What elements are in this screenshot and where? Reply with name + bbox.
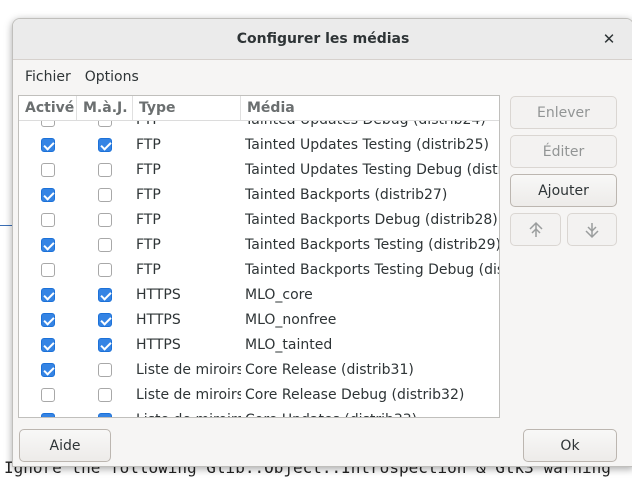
active-checkbox[interactable] — [41, 188, 55, 202]
type-cell: HTTPS — [136, 287, 181, 303]
add-button[interactable]: Ajouter — [510, 174, 617, 207]
media-cell: Core Release Debug (distrib32) — [245, 387, 465, 403]
dialog-title: Configurer les médias — [236, 31, 410, 47]
menu-fichier[interactable]: Fichier — [13, 69, 79, 85]
media-cell: Tainted Backports Testing Debug (distrib… — [245, 262, 499, 278]
arrow-up-icon — [528, 221, 543, 237]
help-button[interactable]: Aide — [19, 429, 111, 462]
media-cell: MLO_nonfree — [245, 312, 337, 328]
active-checkbox[interactable] — [41, 388, 55, 402]
type-cell: FTP — [136, 237, 161, 253]
type-cell: FTP — [136, 187, 161, 203]
table-row[interactable]: Liste de miroirs Core Updates (distrib33) — [19, 408, 499, 417]
table-row[interactable]: HTTPS MLO_core — [19, 283, 499, 308]
update-checkbox[interactable] — [98, 238, 112, 252]
active-checkbox[interactable] — [41, 163, 55, 177]
update-checkbox[interactable] — [98, 163, 112, 177]
type-cell: HTTPS — [136, 312, 181, 328]
update-checkbox[interactable] — [98, 138, 112, 152]
type-cell: Liste de miroirs — [136, 362, 241, 378]
active-checkbox[interactable] — [41, 288, 55, 302]
update-checkbox[interactable] — [98, 188, 112, 202]
table-row[interactable]: FTP Tainted Backports Debug (distrib28) — [19, 208, 499, 233]
media-cell: Tainted Updates Testing Debug (distrib26… — [245, 162, 499, 178]
active-checkbox[interactable] — [41, 213, 55, 227]
active-checkbox[interactable] — [41, 263, 55, 277]
column-header-type[interactable]: Type — [133, 96, 241, 120]
active-checkbox[interactable] — [41, 338, 55, 352]
type-cell: FTP — [136, 262, 161, 278]
update-checkbox[interactable] — [98, 213, 112, 227]
type-cell: FTP — [136, 212, 161, 228]
active-checkbox[interactable] — [41, 238, 55, 252]
arrow-down-icon — [585, 222, 599, 238]
active-checkbox[interactable] — [41, 363, 55, 377]
column-header-update[interactable]: M.à.J. — [77, 96, 133, 120]
move-down-button[interactable] — [567, 213, 617, 246]
ok-button[interactable]: Ok — [523, 429, 617, 462]
table-row[interactable]: FTP Tainted Backports Testing Debug (dist… — [19, 258, 499, 283]
media-cell: Tainted Updates Testing (distrib25) — [245, 137, 489, 153]
table-row[interactable]: FTP Tainted Updates Testing Debug (distri… — [19, 158, 499, 183]
table-row[interactable]: HTTPS MLO_tainted — [19, 333, 499, 358]
media-cell: Tainted Backports Debug (distrib28) — [245, 212, 498, 228]
active-checkbox[interactable] — [41, 138, 55, 152]
update-checkbox[interactable] — [98, 363, 112, 377]
table-row[interactable]: FTP Tainted Backports Testing (distrib29) — [19, 233, 499, 258]
type-cell: Liste de miroirs — [136, 408, 241, 417]
active-checkbox[interactable] — [41, 413, 55, 417]
column-header-media[interactable]: Média — [241, 96, 499, 120]
edit-button[interactable]: Éditer — [510, 135, 617, 168]
media-cell: Tainted Backports Testing (distrib29) — [245, 237, 499, 253]
media-config-dialog: Configurer les médias ✕ Fichier Options … — [12, 18, 632, 467]
table-row[interactable]: FTP Tainted Backports (distrib27) — [19, 183, 499, 208]
media-cell: Tainted Backports (distrib27) — [245, 187, 448, 203]
update-checkbox[interactable] — [98, 338, 112, 352]
move-up-button[interactable] — [510, 213, 561, 246]
column-header-active[interactable]: Activé — [19, 96, 77, 120]
media-cell: MLO_core — [245, 287, 313, 303]
update-checkbox[interactable] — [98, 313, 112, 327]
remove-button[interactable]: Enlever — [510, 96, 617, 129]
close-icon[interactable]: ✕ — [599, 29, 619, 49]
menubar: Fichier Options — [13, 60, 632, 94]
update-checkbox[interactable] — [98, 288, 112, 302]
table-row[interactable]: HTTPS MLO_nonfree — [19, 308, 499, 333]
type-cell: Liste de miroirs — [136, 387, 241, 403]
media-cell: Core Release (distrib31) — [245, 362, 414, 378]
type-cell: HTTPS — [136, 337, 181, 353]
media-table: Activé M.à.J. Type Média FTP Tainted Upda… — [18, 95, 500, 418]
update-checkbox[interactable] — [98, 388, 112, 402]
update-checkbox[interactable] — [98, 263, 112, 277]
active-checkbox[interactable] — [41, 313, 55, 327]
type-cell: FTP — [136, 162, 161, 178]
table-header: Activé M.à.J. Type Média — [19, 96, 499, 121]
media-cell: MLO_tainted — [245, 337, 333, 353]
titlebar: Configurer les médias ✕ — [13, 19, 632, 60]
menu-options[interactable]: Options — [79, 69, 147, 85]
media-cell: Core Updates (distrib33) — [245, 408, 499, 417]
update-checkbox[interactable] — [98, 413, 112, 417]
type-cell: FTP — [136, 137, 161, 153]
table-row[interactable]: Liste de miroirs Core Release Debug (dist… — [19, 383, 499, 408]
table-row[interactable]: FTP Tainted Updates Testing (distrib25) — [19, 133, 499, 158]
table-row[interactable]: Liste de miroirs Core Release (distrib31) — [19, 358, 499, 383]
bg-divider — [0, 225, 12, 226]
